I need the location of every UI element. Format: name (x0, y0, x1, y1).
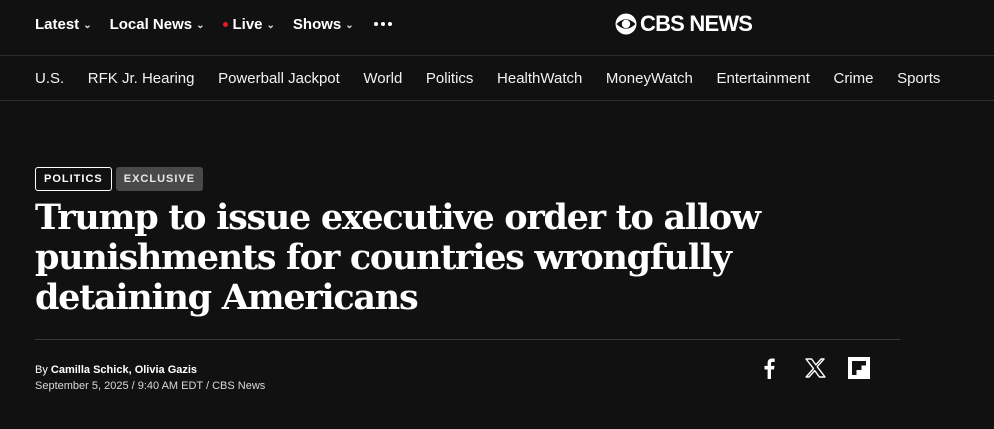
section-entertainment[interactable]: Entertainment (717, 70, 810, 87)
nav-live-label: Live (232, 15, 263, 33)
logo-text: CBS NEWS (640, 11, 753, 36)
section-healthwatch[interactable]: HealthWatch (497, 70, 582, 87)
byline: By Camilla Schick, Olivia Gazis (35, 364, 197, 376)
article-headline: Trump to issue executive order to allow … (35, 198, 875, 318)
section-rfk-jr-hearing[interactable]: RFK Jr. Hearing (88, 70, 195, 87)
live-dot-icon (222, 21, 228, 27)
dateline: September 5, 2025 / 9:40 AM EDT / CBS Ne… (35, 380, 266, 392)
author-link[interactable]: Camilla Schick (51, 364, 129, 376)
nav-local-news-label: Local News (109, 15, 193, 33)
author-link[interactable]: Olivia Gazis (135, 364, 197, 376)
nav-latest[interactable]: Latest ⌄ (35, 16, 92, 33)
cbs-eye-icon (615, 13, 637, 35)
nav-shows-label: Shows (292, 15, 342, 33)
nav-local-news[interactable]: Local News ⌄ (110, 16, 205, 33)
section-world[interactable]: World (363, 70, 402, 87)
section-sports[interactable]: Sports (897, 70, 940, 87)
nav-shows[interactable]: Shows ⌄ (293, 16, 354, 33)
nav-live[interactable]: Live ⌄ (222, 15, 275, 33)
chevron-down-icon: ⌄ (196, 19, 205, 31)
nav-latest-label: Latest (35, 15, 80, 33)
article-tags: POLITICS EXCLUSIVE (35, 167, 204, 191)
flipboard-icon[interactable] (847, 356, 871, 380)
top-bar: Latest ⌄ Local News ⌄ Live ⌄ Shows ⌄ CBS… (0, 0, 994, 56)
section-us[interactable]: U.S. (35, 70, 64, 87)
tag-exclusive: EXCLUSIVE (115, 167, 204, 191)
byline-prefix: By (35, 364, 51, 376)
divider (35, 339, 900, 340)
chevron-down-icon: ⌄ (345, 19, 354, 31)
section-politics[interactable]: Politics (426, 70, 474, 87)
headline-line-3: detaining Americans (35, 277, 419, 318)
headline-line-1: Trump to issue executive order to allow (35, 197, 761, 238)
section-nav: U.S. RFK Jr. Hearing Powerball Jackpot W… (0, 56, 994, 101)
x-icon[interactable] (803, 356, 827, 380)
section-crime[interactable]: Crime (833, 70, 873, 87)
more-dots-icon[interactable] (373, 22, 395, 26)
facebook-icon[interactable] (760, 356, 778, 380)
section-moneywatch[interactable]: MoneyWatch (606, 70, 693, 87)
cbs-news-logo[interactable]: CBS NEWS (615, 11, 753, 36)
top-nav: Latest ⌄ Local News ⌄ Live ⌄ Shows ⌄ (35, 0, 395, 48)
headline-line-2: punishments for countries wrongfully (35, 237, 732, 278)
chevron-down-icon: ⌄ (266, 19, 275, 31)
tag-politics[interactable]: POLITICS (35, 167, 112, 191)
chevron-down-icon: ⌄ (83, 19, 92, 31)
section-powerball-jackpot[interactable]: Powerball Jackpot (218, 70, 340, 87)
